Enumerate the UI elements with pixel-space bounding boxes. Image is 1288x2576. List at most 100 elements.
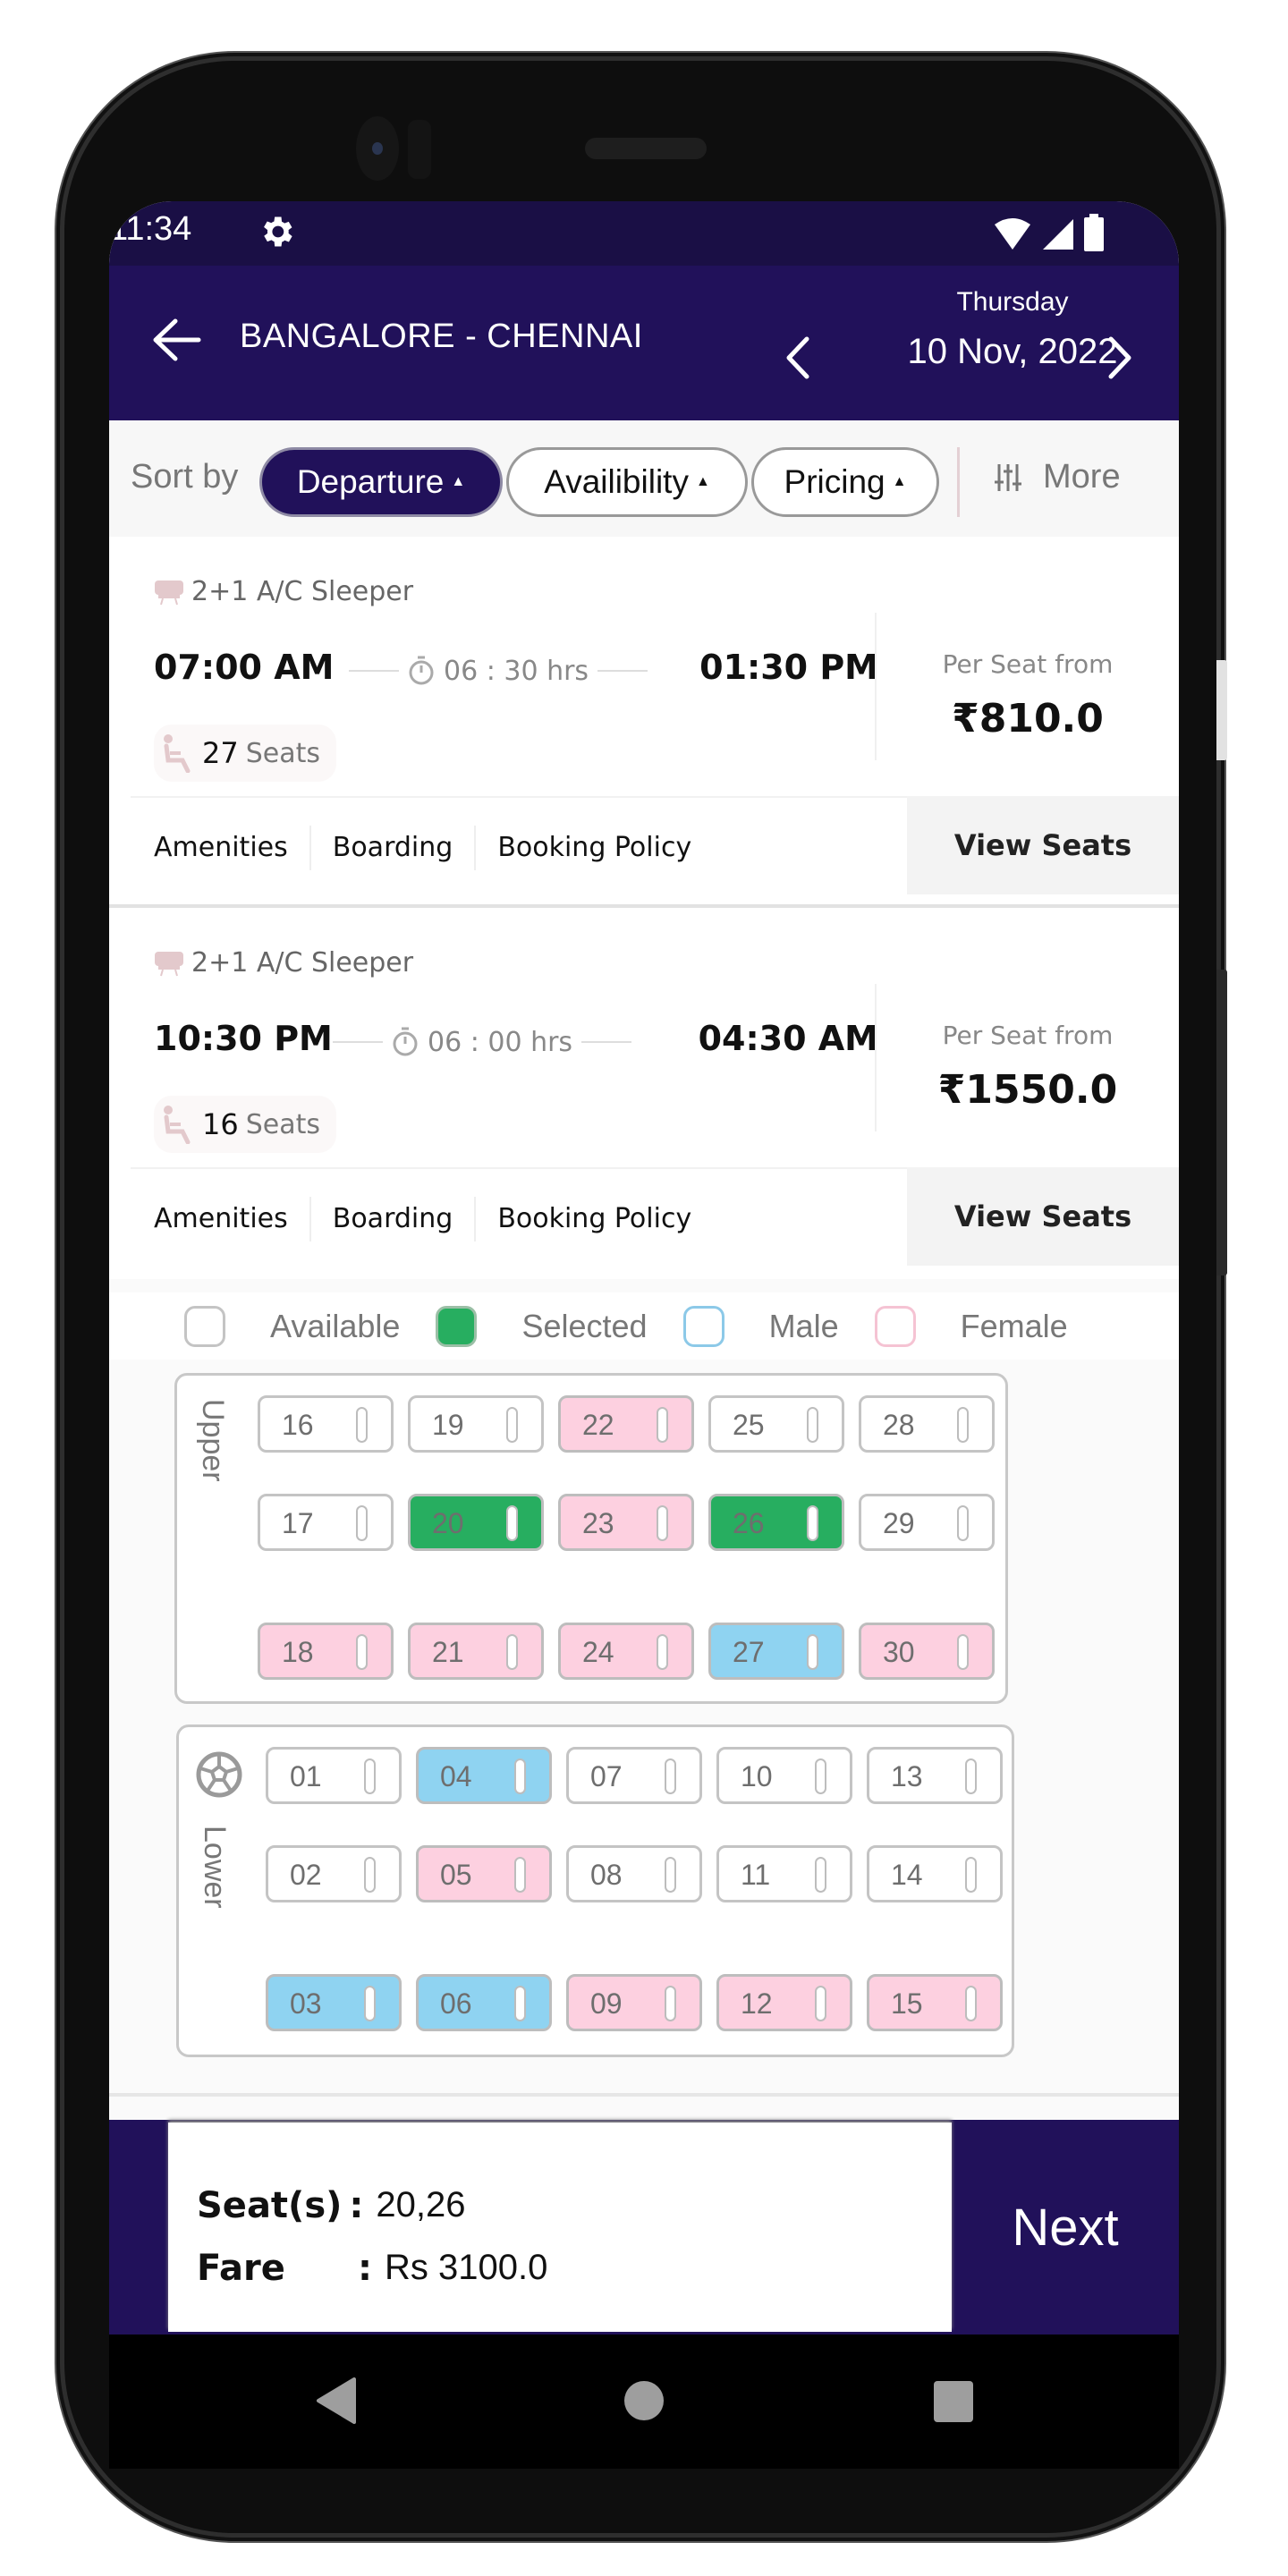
seated-person-icon bbox=[164, 1106, 191, 1144]
seat-number: 26 bbox=[733, 1507, 765, 1539]
seat-01[interactable]: 01 bbox=[266, 1747, 402, 1804]
seat-27: 27 bbox=[708, 1623, 844, 1680]
settings-gear-icon bbox=[264, 216, 292, 247]
berth-pillow-icon bbox=[506, 1505, 518, 1541]
sort-availability-chip[interactable]: Availibility ▲ bbox=[506, 447, 748, 517]
seat-number: 14 bbox=[891, 1859, 923, 1891]
fare-value: Rs 3100.0 bbox=[385, 2248, 548, 2287]
seat-08[interactable]: 08 bbox=[566, 1845, 702, 1902]
legend-label-selected: Selected bbox=[521, 1307, 648, 1344]
seat-26[interactable]: 26 bbox=[708, 1494, 844, 1551]
proximity-sensor bbox=[408, 120, 431, 179]
earpiece-speaker bbox=[585, 138, 707, 159]
section-divider bbox=[109, 2093, 1179, 2097]
berth-pillow-icon bbox=[364, 1986, 376, 2021]
view-seats-button[interactable]: View Seats bbox=[907, 796, 1179, 894]
caret-up-icon: ▲ bbox=[695, 474, 710, 489]
seat-number: 20 bbox=[432, 1507, 464, 1539]
departure-time: 10:30 PM bbox=[154, 1019, 333, 1058]
nav-recents-icon[interactable] bbox=[934, 2381, 973, 2422]
seat-03: 03 bbox=[266, 1974, 402, 2031]
chip-label: Pricing bbox=[784, 463, 886, 500]
seat-29[interactable]: 29 bbox=[859, 1494, 995, 1551]
seat-number: 19 bbox=[432, 1409, 464, 1441]
berth-pillow-icon bbox=[657, 1505, 668, 1541]
seat-28[interactable]: 28 bbox=[859, 1395, 995, 1453]
app-header: BANGALORE - CHENNAI Thursday 10 Nov, 202… bbox=[109, 266, 1179, 420]
seat-14[interactable]: 14 bbox=[867, 1845, 1003, 1902]
steering-wheel-icon bbox=[196, 1751, 242, 1798]
view-seats-button[interactable]: View Seats bbox=[907, 1167, 1179, 1266]
seat-02[interactable]: 02 bbox=[266, 1845, 402, 1902]
seated-person-icon bbox=[164, 734, 191, 773]
booking-policy-link[interactable]: Booking Policy bbox=[474, 1196, 713, 1241]
next-date-chevron-icon[interactable] bbox=[1104, 335, 1136, 380]
seats-count: 27 bbox=[202, 736, 239, 770]
bus-info-links: Amenities Boarding Booking Policy bbox=[154, 796, 713, 899]
berth-pillow-icon bbox=[665, 1986, 676, 2021]
nav-home-icon[interactable] bbox=[624, 2381, 664, 2420]
berth-pillow-icon bbox=[356, 1505, 368, 1541]
seat-number: 09 bbox=[590, 1987, 623, 2020]
cell-signal-icon bbox=[1043, 219, 1073, 250]
seat-number: 12 bbox=[741, 1987, 773, 2020]
boarding-link[interactable]: Boarding bbox=[309, 825, 475, 870]
legend-label-available: Available bbox=[270, 1307, 401, 1344]
filter-sliders-icon bbox=[995, 463, 1021, 491]
seat-07[interactable]: 07 bbox=[566, 1747, 702, 1804]
sort-divider bbox=[957, 447, 960, 517]
seat-17[interactable]: 17 bbox=[258, 1494, 394, 1551]
berth-pillow-icon bbox=[807, 1634, 818, 1670]
legend-label-male: Male bbox=[768, 1307, 839, 1344]
seat-25[interactable]: 25 bbox=[708, 1395, 844, 1453]
seat-number: 08 bbox=[590, 1859, 623, 1891]
bus-type-label: 2+1 A/C Sleeper bbox=[191, 947, 414, 979]
berth-pillow-icon bbox=[364, 1758, 376, 1794]
per-seat-label: Per Seat from bbox=[942, 649, 1114, 679]
next-button[interactable]: Next bbox=[952, 2120, 1179, 2334]
seats-separator: : bbox=[349, 2185, 364, 2226]
seat-30: 30 bbox=[859, 1623, 995, 1680]
seat-10[interactable]: 10 bbox=[716, 1747, 852, 1804]
selected-seats-value: 20,26 bbox=[376, 2185, 466, 2224]
back-arrow-icon[interactable] bbox=[148, 318, 202, 362]
sort-departure-chip[interactable]: Departure ▲ bbox=[259, 447, 503, 517]
seats-word: Seats bbox=[245, 737, 320, 769]
legend-swatch-female bbox=[874, 1305, 916, 1347]
lower-deck: Lower 01 04 07 10 13 02 05 08 11 14 03 06 09 12 15 bbox=[176, 1724, 1014, 2057]
journey-duration: 06 : 00 hrs bbox=[333, 1026, 632, 1058]
berth-pillow-icon bbox=[506, 1634, 518, 1670]
seat-19[interactable]: 19 bbox=[408, 1395, 544, 1453]
stopwatch-icon bbox=[409, 656, 434, 685]
seat-number: 04 bbox=[440, 1760, 472, 1792]
seat-20[interactable]: 20 bbox=[408, 1494, 544, 1551]
seats-count: 16 bbox=[202, 1107, 239, 1141]
more-filters-button[interactable]: More bbox=[995, 458, 1121, 496]
berth-pillow-icon bbox=[657, 1407, 668, 1443]
bus-info-links: Amenities Boarding Booking Policy bbox=[154, 1167, 713, 1270]
boarding-link[interactable]: Boarding bbox=[309, 1196, 475, 1241]
berth-pillow-icon bbox=[815, 1758, 826, 1794]
seat-16[interactable]: 16 bbox=[258, 1395, 394, 1453]
seat-number: 25 bbox=[733, 1409, 765, 1441]
upper-deck-label: Upper bbox=[196, 1399, 230, 1482]
journey-duration: 06 : 30 hrs bbox=[349, 655, 648, 687]
amenities-link[interactable]: Amenities bbox=[154, 1197, 309, 1241]
booking-policy-link[interactable]: Booking Policy bbox=[474, 825, 713, 870]
route-title: BANGALORE - CHENNAI bbox=[240, 318, 643, 355]
sort-pricing-chip[interactable]: Pricing ▲ bbox=[751, 447, 939, 517]
wifi-icon bbox=[995, 218, 1030, 250]
berth-pillow-icon bbox=[665, 1857, 676, 1893]
seat-11[interactable]: 11 bbox=[716, 1845, 852, 1902]
stopwatch-icon bbox=[393, 1027, 418, 1056]
previous-date-chevron-icon[interactable] bbox=[782, 335, 814, 380]
upper-deck: Upper 16 19 22 25 28 17 20 23 26 29 18 21 24 27 30 bbox=[174, 1373, 1008, 1704]
nav-back-icon[interactable] bbox=[315, 2377, 356, 2424]
seat-number: 23 bbox=[582, 1507, 614, 1539]
amenities-link[interactable]: Amenities bbox=[154, 826, 309, 870]
fare-row: Fare : Rs 3100.0 bbox=[197, 2248, 547, 2289]
berth-pillow-icon bbox=[657, 1634, 668, 1670]
berth-pillow-icon bbox=[957, 1505, 969, 1541]
travel-day: Thursday bbox=[956, 287, 1069, 317]
seat-13[interactable]: 13 bbox=[867, 1747, 1003, 1804]
